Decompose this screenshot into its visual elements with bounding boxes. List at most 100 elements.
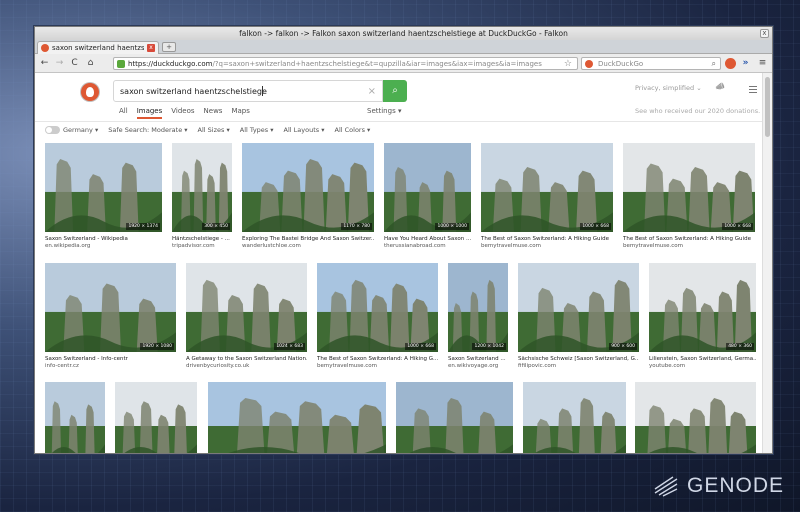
image-result[interactable]: 900 × 600 Sächsische Schweiz [Saxon Switz…	[518, 263, 639, 370]
result-domain: fifilipovic.com	[518, 363, 557, 369]
result-caption[interactable]: A Getaway to the Saxon Switzerland Natio…	[186, 356, 307, 363]
image-result[interactable]: 1000 × 1000 Have You Heard About Saxon ..…	[384, 143, 471, 250]
result-caption[interactable]: Saxon Switzerland ...	[448, 356, 508, 363]
tab-close-button[interactable]: x	[147, 44, 155, 52]
result-caption[interactable]: Lilienstein, Saxon Switzerland, Germa...	[649, 356, 756, 363]
region-toggle[interactable]: Germany ▾	[45, 126, 98, 134]
megaphone-icon[interactable]: 📣	[715, 82, 725, 91]
reload-button[interactable]: C	[68, 57, 81, 70]
image-result[interactable]: 1200 × 1042 Saxon Switzerland ... en.wikiv…	[448, 263, 508, 370]
image-result[interactable]: 1170 × 780 Exploring The Bastei Bridge An…	[242, 143, 374, 250]
tab-maps[interactable]: Maps	[231, 107, 249, 119]
duckduckgo-logo-icon[interactable]	[81, 83, 99, 101]
result-caption[interactable]: Have You Heard About Saxon ...	[384, 236, 471, 243]
result-caption[interactable]: The Best of Saxon Switzerland: A Hiking …	[623, 236, 755, 243]
browser-menu-button[interactable]: ≡	[756, 57, 769, 70]
toolbar-search-box[interactable]: DuckDuckGo ⌕	[581, 57, 721, 70]
result-thumbnail[interactable]: 480 × 360	[649, 263, 756, 352]
image-result[interactable]	[635, 382, 756, 453]
result-caption[interactable]: The Best of Saxon Switzerland: A Hiking …	[317, 356, 438, 363]
search-query-text: saxon switzerland haentzschelstiege	[120, 87, 267, 96]
image-result[interactable]	[45, 382, 105, 453]
window-close-button[interactable]: x	[760, 29, 769, 38]
search-engine-icon[interactable]	[585, 60, 593, 68]
address-bar[interactable]: https://duckduckgo.com/?q=saxon+switzerl…	[113, 57, 578, 70]
new-tab-button[interactable]: +	[162, 42, 176, 52]
image-result[interactable]	[115, 382, 197, 453]
image-result[interactable]	[208, 382, 386, 453]
image-result[interactable]: 1000 × 668 The Best of Saxon Switzerland:…	[481, 143, 613, 250]
search-input[interactable]: saxon switzerland haentzschelstiege ×	[113, 80, 383, 102]
result-thumbnail[interactable]: 1920 × 1374	[45, 143, 162, 232]
result-caption[interactable]: Saxon Switzerland - Info-centr	[45, 356, 176, 363]
scrollbar-thumb[interactable]	[765, 77, 770, 137]
hamburger-menu-icon[interactable]	[749, 86, 757, 95]
result-thumbnail[interactable]	[635, 382, 756, 453]
home-button[interactable]: ⌂	[84, 57, 97, 70]
tab-all[interactable]: All	[119, 107, 128, 119]
result-thumbnail[interactable]	[208, 382, 386, 453]
donations-link[interactable]: See who received our 2020 donations.	[635, 107, 760, 115]
page-scrollbar[interactable]	[762, 73, 772, 453]
result-thumbnail[interactable]: 900 × 600	[518, 263, 639, 352]
result-domain: tripadvisor.com	[172, 243, 215, 249]
size-dropdown[interactable]: All Sizes ▾	[198, 126, 230, 134]
result-thumbnail[interactable]	[523, 382, 626, 453]
type-dropdown[interactable]: All Types ▾	[240, 126, 274, 134]
result-caption[interactable]: Sächsische Schweiz [Saxon Switzerland, G…	[518, 356, 639, 363]
result-thumbnail[interactable]	[115, 382, 197, 453]
settings-dropdown[interactable]: Settings ▾	[367, 107, 401, 115]
result-thumbnail[interactable]: 1000 × 668	[481, 143, 613, 232]
result-caption[interactable]: Exploring The Bastei Bridge And Saxon Sw…	[242, 236, 374, 243]
result-thumbnail[interactable]	[396, 382, 513, 453]
adblock-extension-icon[interactable]	[725, 58, 736, 69]
privacy-simplified-link[interactable]: Privacy, simplified ⌄	[635, 84, 702, 92]
tab-videos[interactable]: Videos	[171, 107, 194, 119]
result-thumbnail[interactable]: 1000 × 1000	[384, 143, 471, 232]
title-bar: falkon -> falkon -> Falkon saxon switzer…	[35, 27, 772, 40]
landscape-photo	[242, 143, 374, 232]
safe-search-dropdown[interactable]: Safe Search: Moderate ▾	[108, 126, 187, 134]
result-thumbnail[interactable]: 1920 × 1080	[45, 263, 176, 352]
image-result[interactable]	[523, 382, 626, 453]
result-thumbnail[interactable]: 1170 × 780	[242, 143, 374, 232]
result-caption[interactable]: The Best of Saxon Switzerland: A Hiking …	[481, 236, 613, 243]
toolbar-search-icon[interactable]: ⌕	[712, 58, 716, 70]
result-domain: bemytravelmuse.com	[623, 243, 684, 249]
type-label: All Types	[239, 126, 269, 134]
image-dimensions-badge: 1000 × 668	[405, 343, 436, 350]
image-result[interactable]: 1000 × 668 The Best of Saxon Switzerland:…	[623, 143, 755, 250]
tab-news[interactable]: News	[204, 107, 223, 119]
tab-images[interactable]: Images	[136, 107, 163, 119]
image-result[interactable]	[396, 382, 513, 453]
more-tools-button[interactable]: »	[739, 57, 752, 70]
clear-search-button[interactable]: ×	[368, 81, 376, 102]
image-result[interactable]: 1920 × 1374 Saxon Switzerland - Wikipedia…	[45, 143, 162, 250]
result-caption[interactable]: Häntzschelstiege - ...	[172, 236, 232, 243]
result-thumbnail[interactable]: 1000 × 668	[317, 263, 438, 352]
result-domain: therussianabroad.com	[384, 243, 446, 249]
image-result[interactable]: 480 × 360 Lilienstein, Saxon Switzerland,…	[649, 263, 756, 370]
image-result[interactable]: 1024 × 683 A Getaway to the Saxon Switzer…	[186, 263, 307, 370]
back-button[interactable]: ←	[38, 57, 51, 70]
result-thumbnail[interactable]: 1200 × 1042	[448, 263, 508, 352]
result-thumbnail[interactable]: 300 × 450	[172, 143, 232, 232]
result-thumbnail[interactable]: 1000 × 668	[623, 143, 755, 232]
result-thumbnail[interactable]: 1024 × 683	[186, 263, 307, 352]
forward-button[interactable]: →	[53, 57, 66, 70]
landscape-photo	[186, 263, 307, 352]
filter-bar: Germany ▾ Safe Search: Moderate ▾ All Si…	[45, 126, 370, 134]
search-submit-button[interactable]: ⌕	[383, 80, 407, 102]
image-dimensions-badge: 1000 × 1000	[435, 223, 469, 230]
color-dropdown[interactable]: All Colors ▾	[335, 126, 371, 134]
landscape-photo	[172, 143, 232, 232]
result-caption[interactable]: Saxon Switzerland - Wikipedia	[45, 236, 162, 243]
image-result[interactable]: 300 × 450 Häntzschelstiege - ... tripadvis…	[172, 143, 232, 250]
result-thumbnail[interactable]	[45, 382, 105, 453]
image-result[interactable]: 1000 × 668 The Best of Saxon Switzerland:…	[317, 263, 438, 370]
result-domain: info-centr.cz	[45, 363, 79, 369]
bookmark-star-icon[interactable]: ☆	[564, 58, 572, 69]
image-result[interactable]: 1920 × 1080 Saxon Switzerland - Info-cent…	[45, 263, 176, 370]
layout-dropdown[interactable]: All Layouts ▾	[284, 126, 325, 134]
tab-search-results[interactable]: saxon switzerland haentzsc... x	[37, 41, 159, 54]
